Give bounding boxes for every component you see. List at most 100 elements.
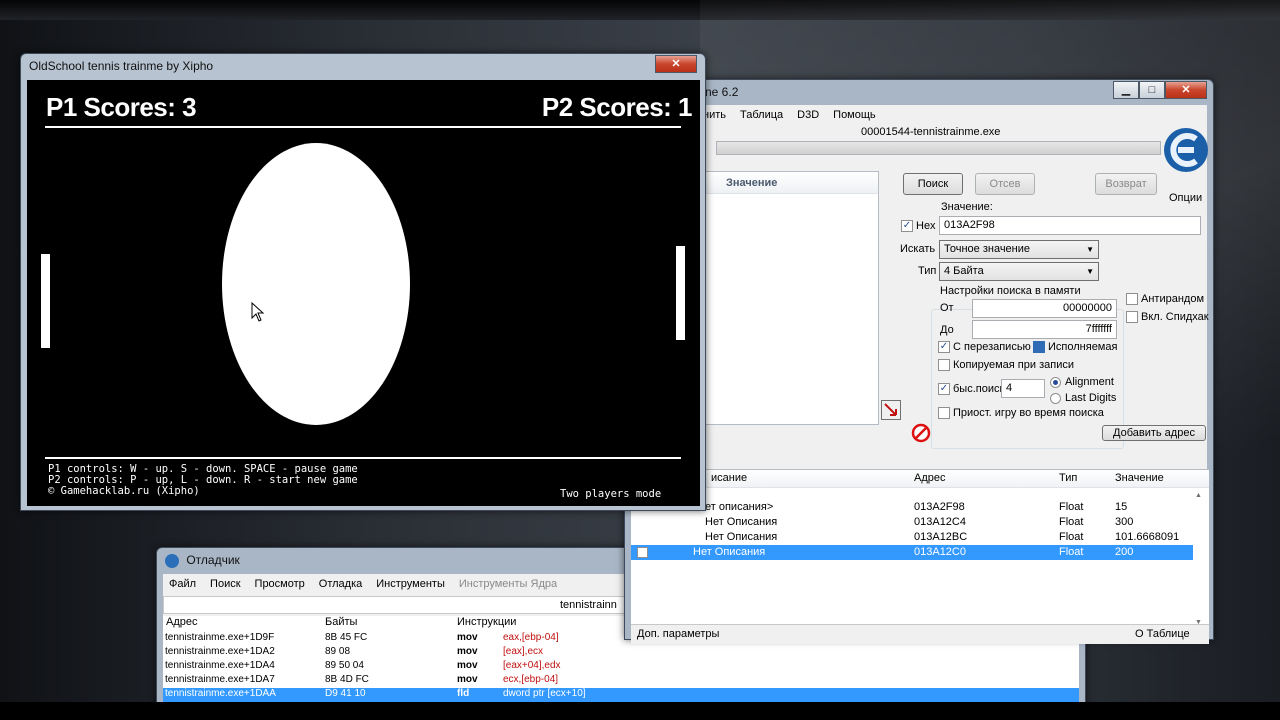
menu-debug[interactable]: Отладка (319, 578, 362, 590)
disasm-mnemonic: mov (457, 660, 478, 671)
close-button[interactable]: ✕ (655, 55, 697, 73)
fast-scan-checkbox[interactable]: ✓ (938, 383, 950, 395)
copy-on-write-checkbox[interactable] (938, 359, 950, 371)
scan-type-select[interactable]: Точное значение ▼ (939, 240, 1099, 259)
row-value: 15 (1115, 501, 1128, 513)
col-instructions[interactable]: Инструкции (457, 616, 516, 628)
pause-game-label: Приост. игру во время поиска (953, 407, 1104, 419)
row-type: Float (1059, 546, 1084, 558)
row-value: 300 (1115, 516, 1134, 528)
table-row[interactable]: Нет Описания 013A12BC Float 101.6668091 (631, 530, 1193, 545)
writable-checkbox[interactable]: ✓ (938, 341, 950, 353)
menu-d3d[interactable]: D3D (797, 109, 819, 121)
executable-checkbox[interactable] (1033, 341, 1045, 353)
disasm-mnemonic: mov (457, 632, 478, 643)
game-canvas[interactable]: P1 Scores: 3 P2 Scores: 1 P1 controls: W… (27, 80, 700, 506)
col-value[interactable]: Значение (1115, 472, 1164, 484)
to-address-input[interactable]: 7fffffff (972, 320, 1117, 339)
row-description: Нет Описания (693, 546, 766, 558)
value-label: Значение: (941, 201, 993, 213)
disasm-mnemonic: fld (457, 688, 470, 699)
found-addresses-list[interactable]: Значение (701, 171, 879, 425)
from-address-input[interactable]: 00000000 (972, 299, 1117, 318)
memory-view-icon[interactable] (881, 400, 901, 420)
col-address[interactable]: Адрес (914, 472, 946, 484)
copy-on-write-label: Копируемая при записи (953, 359, 1074, 371)
value-type-select[interactable]: 4 Байта ▼ (939, 262, 1099, 281)
menu-view[interactable]: Просмотр (255, 578, 305, 590)
add-address-button[interactable]: Добавить адрес (1102, 425, 1206, 441)
game-caption-buttons: ✕ (655, 55, 697, 73)
disasm-mnemonic: mov (457, 674, 478, 685)
scroll-up-icon[interactable]: ▲ (1195, 492, 1202, 499)
search-button[interactable]: Поиск (903, 173, 963, 195)
alignment-radio[interactable] (1050, 377, 1061, 388)
close-button[interactable]: ✕ (1165, 81, 1207, 99)
caption-buttons: ▁ □ ✕ (1113, 81, 1207, 99)
game-titlebar[interactable]: OldSchool tennis trainme by Xipho (21, 54, 705, 78)
address-table[interactable]: исание Адрес Тип Значение ет описания> 0… (631, 469, 1209, 644)
cheatengine-client: нить Таблица D3D Помощь 00001544-tennist… (631, 105, 1209, 644)
row-description: ет описания> (705, 501, 774, 513)
menu-edit[interactable]: нить (703, 109, 726, 121)
disasm-address: tennistrainme.exe+1DA2 (165, 646, 275, 657)
game-title: OldSchool tennis trainme by Xipho (29, 59, 214, 73)
options-label[interactable]: Опции (1169, 192, 1202, 204)
last-digits-radio[interactable] (1050, 393, 1061, 404)
disasm-row[interactable]: tennistrainme.exe+1DA7 8B 4D FC mov ecx,… (163, 674, 1079, 688)
table-extras-link[interactable]: О Таблице (1135, 628, 1190, 640)
process-title: 00001544-tennistrainme.exe (861, 126, 1001, 138)
stop-icon[interactable] (911, 423, 931, 443)
col-address[interactable]: Адрес (166, 616, 198, 628)
row-type: Float (1059, 531, 1084, 543)
p2-paddle (676, 246, 685, 340)
col-type[interactable]: Тип (1059, 472, 1077, 484)
col-description[interactable]: исание (711, 472, 747, 484)
fast-scan-input[interactable]: 4 (1001, 379, 1045, 398)
menu-table[interactable]: Таблица (740, 109, 783, 121)
disasm-operand: eax,[ebp-04] (503, 632, 559, 643)
value-type-value: 4 Байта (944, 265, 984, 277)
sift-button[interactable]: Отсев (975, 173, 1035, 195)
table-row[interactable]: Нет Описания 013A12C4 Float 300 (631, 515, 1193, 530)
advanced-options-link[interactable]: Доп. параметры (637, 628, 719, 640)
disasm-row-selected[interactable]: tennistrainme.exe+1DAA D9 41 10 fld dwor… (163, 688, 1079, 702)
row-type: Float (1059, 516, 1084, 528)
antirandom-checkbox[interactable] (1126, 293, 1138, 305)
hex-label: Hex (916, 220, 936, 232)
menu-file[interactable]: Файл (169, 578, 196, 590)
ce-small-icon (165, 553, 179, 568)
chevron-down-icon: ▼ (1086, 245, 1094, 254)
table-row-selected[interactable]: Нет Описания 013A12C0 Float 200 (631, 545, 1193, 560)
menu-kernel-tools[interactable]: Инструменты Ядра (459, 578, 557, 590)
row-description: Нет Описания (705, 531, 778, 543)
found-list-header[interactable]: Значение (702, 172, 878, 194)
row-address: 013A12BC (914, 531, 968, 543)
p2-score: P2 Scores: 1 (541, 92, 693, 122)
active-checkbox[interactable] (637, 547, 648, 558)
last-digits-label: Last Digits (1065, 392, 1117, 404)
menu-search[interactable]: Поиск (210, 578, 240, 590)
col-bytes[interactable]: Байты (325, 616, 357, 628)
cheatengine-logo-icon[interactable] (1161, 125, 1211, 175)
maximize-button[interactable]: □ (1139, 81, 1165, 99)
disasm-address: tennistrainme.exe+1DAA (165, 688, 276, 699)
disasm-row[interactable]: tennistrainme.exe+1DA2 89 08 mov [eax],e… (163, 646, 1079, 660)
cheatengine-window: ne 6.2 ▁ □ ✕ нить Таблица D3D Помощь 000… (624, 79, 1214, 644)
ball (222, 143, 410, 425)
disasm-row[interactable]: tennistrainme.exe+1DA4 89 50 04 mov [eax… (163, 660, 1079, 674)
undo-scan-button[interactable]: Возврат (1095, 173, 1157, 195)
to-label: До (940, 324, 954, 336)
table-row[interactable]: ет описания> 013A2F98 Float 15 (631, 500, 1193, 515)
value-input[interactable]: 013A2F98 (939, 216, 1201, 235)
pause-game-checkbox[interactable] (938, 407, 950, 419)
row-value: 101.6668091 (1115, 531, 1180, 543)
disasm-bytes: 89 50 04 (325, 660, 364, 671)
hex-checkbox[interactable]: ✓ (901, 220, 913, 232)
speedhack-checkbox[interactable] (1126, 311, 1138, 323)
menu-tools[interactable]: Инструменты (376, 578, 445, 590)
menu-help[interactable]: Помощь (833, 109, 876, 121)
table-scrollbar[interactable]: ▲ ▼ (1193, 492, 1205, 626)
minimize-button[interactable]: ▁ (1113, 81, 1139, 99)
debugger-menubar: Файл Поиск Просмотр Отладка Инструменты … (163, 574, 557, 594)
